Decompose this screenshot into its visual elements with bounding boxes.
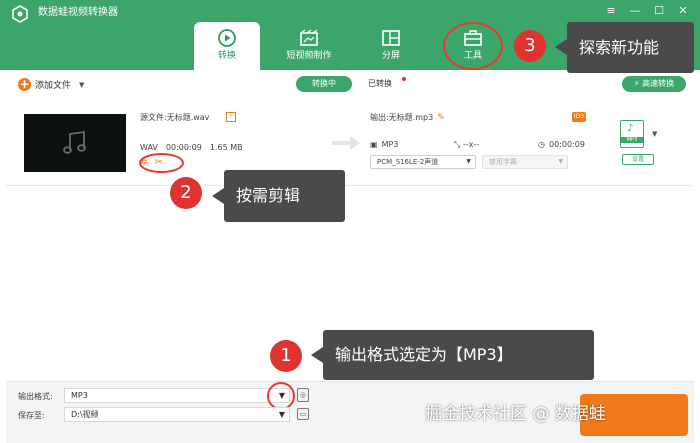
- callout-new-features: 探索新功能: [567, 22, 694, 73]
- callout-pointer: [555, 39, 567, 55]
- close-icon[interactable]: ✕: [676, 4, 690, 18]
- plus-icon: +: [18, 77, 31, 91]
- pencil-icon[interactable]: ✎: [437, 113, 445, 123]
- chevron-down-icon[interactable]: ▼: [274, 407, 290, 422]
- step-badge-3: 3: [514, 30, 546, 62]
- output-file-name: 输出:无标题.mp3 ✎: [370, 112, 445, 123]
- output-format: MP3: [381, 140, 399, 149]
- arrow-right-icon: [332, 136, 360, 150]
- notification-dot: [402, 77, 406, 81]
- folder-icon[interactable]: ▭: [297, 408, 309, 420]
- output-format-label: 输出格式:: [18, 392, 53, 401]
- tab-split-screen[interactable]: 分屏: [358, 22, 424, 70]
- chevron-down-icon[interactable]: ▼: [79, 81, 84, 89]
- tab-convert-label: 转换: [217, 51, 236, 61]
- window-controls: ≡ — ☐ ✕: [604, 4, 690, 18]
- audio-track-value: PCM_S16LE-2声道: [377, 158, 439, 166]
- app-logo-icon: [12, 5, 28, 23]
- split-screen-icon: [382, 30, 400, 46]
- subtitle-select[interactable]: 禁用字幕 ▼: [482, 155, 568, 169]
- minimize-icon[interactable]: —: [628, 4, 642, 18]
- watermark-text: 掘金技术社区 @ 数据蛙: [425, 404, 606, 424]
- tab-convert[interactable]: 转换: [194, 22, 260, 70]
- file-row: 源文件:无标题.wav i WAV 00:00:09 1.65 MB ✲ ✂ 输…: [6, 104, 694, 186]
- file-info-icon[interactable]: i: [226, 112, 236, 122]
- tab-video-maker[interactable]: 短视频制作: [276, 22, 342, 70]
- output-format-select[interactable]: MP3: [64, 388, 290, 403]
- callout-output-format: 输出格式选定为【MP3】: [323, 330, 594, 380]
- tab-converted[interactable]: 已转换: [368, 78, 392, 89]
- save-to-label: 保存至:: [18, 411, 45, 420]
- resolution-icon: ⤡: [454, 140, 461, 149]
- audio-track-select[interactable]: PCM_S16LE-2声道 ▼: [370, 155, 476, 169]
- format-settings-icon[interactable]: ◎: [297, 388, 309, 402]
- source-size: 1.65 MB: [209, 143, 243, 152]
- save-path-select[interactable]: D:\视频: [64, 407, 290, 422]
- tab-video-maker-label: 短视频制作: [286, 51, 332, 61]
- maximize-icon[interactable]: ☐: [652, 4, 666, 18]
- format-highlight-circle: [267, 382, 295, 410]
- add-file-button[interactable]: + 添加文件 ▼: [18, 78, 84, 91]
- output-file-label: 输出:无标题.mp3: [370, 113, 434, 122]
- settings-button[interactable]: 设置: [622, 154, 654, 165]
- callout-edit: 按需剪辑: [224, 170, 345, 222]
- app-title: 数据蛙视频转换器: [38, 7, 118, 18]
- film-icon: ▣: [370, 140, 378, 149]
- edit-highlight-oval: [139, 153, 184, 173]
- output-resolution: --x--: [462, 140, 480, 149]
- output-duration: 00:00:09: [548, 140, 585, 149]
- high-speed-label: 高速转换: [642, 79, 675, 88]
- mp3-file-icon: ♪ MP3: [620, 120, 644, 148]
- tools-highlight-oval: [443, 22, 503, 70]
- output-info-icon[interactable]: ID3: [572, 112, 586, 122]
- chevron-down-icon: ▼: [558, 158, 563, 165]
- source-format: WAV: [140, 143, 158, 152]
- step-badge-2: 2: [170, 177, 202, 209]
- tab-split-screen-label: 分屏: [381, 51, 400, 61]
- menu-icon[interactable]: ≡: [604, 4, 618, 18]
- convert-icon: [218, 29, 236, 47]
- source-file-name: 源文件:无标题.wav: [140, 113, 210, 122]
- callout-pointer: [311, 347, 323, 363]
- subtitle-value: 禁用字幕: [489, 158, 517, 166]
- toolbar: + 添加文件 ▼ 转换中 已转换 ⚡ 高速转换: [6, 70, 694, 98]
- step-badge-1: 1: [270, 340, 302, 372]
- clock-icon: ◷: [538, 140, 545, 149]
- callout-pointer: [212, 188, 224, 204]
- source-file-meta: WAV 00:00:09 1.65 MB: [140, 143, 243, 152]
- lightning-icon: ⚡: [633, 79, 640, 88]
- tab-converting[interactable]: 转换中: [296, 76, 352, 92]
- music-note-icon: ♪: [627, 123, 634, 134]
- music-note-icon: [63, 130, 86, 154]
- add-file-label: 添加文件: [35, 81, 72, 91]
- format-badge-label: MP3: [621, 137, 643, 143]
- chevron-down-icon[interactable]: ▼: [652, 130, 657, 138]
- audio-thumbnail[interactable]: [24, 114, 126, 172]
- source-duration: 00:00:09: [165, 143, 202, 152]
- high-speed-convert-button[interactable]: ⚡ 高速转换: [622, 76, 686, 92]
- video-maker-icon: [300, 29, 318, 46]
- chevron-down-icon: ▼: [466, 158, 471, 165]
